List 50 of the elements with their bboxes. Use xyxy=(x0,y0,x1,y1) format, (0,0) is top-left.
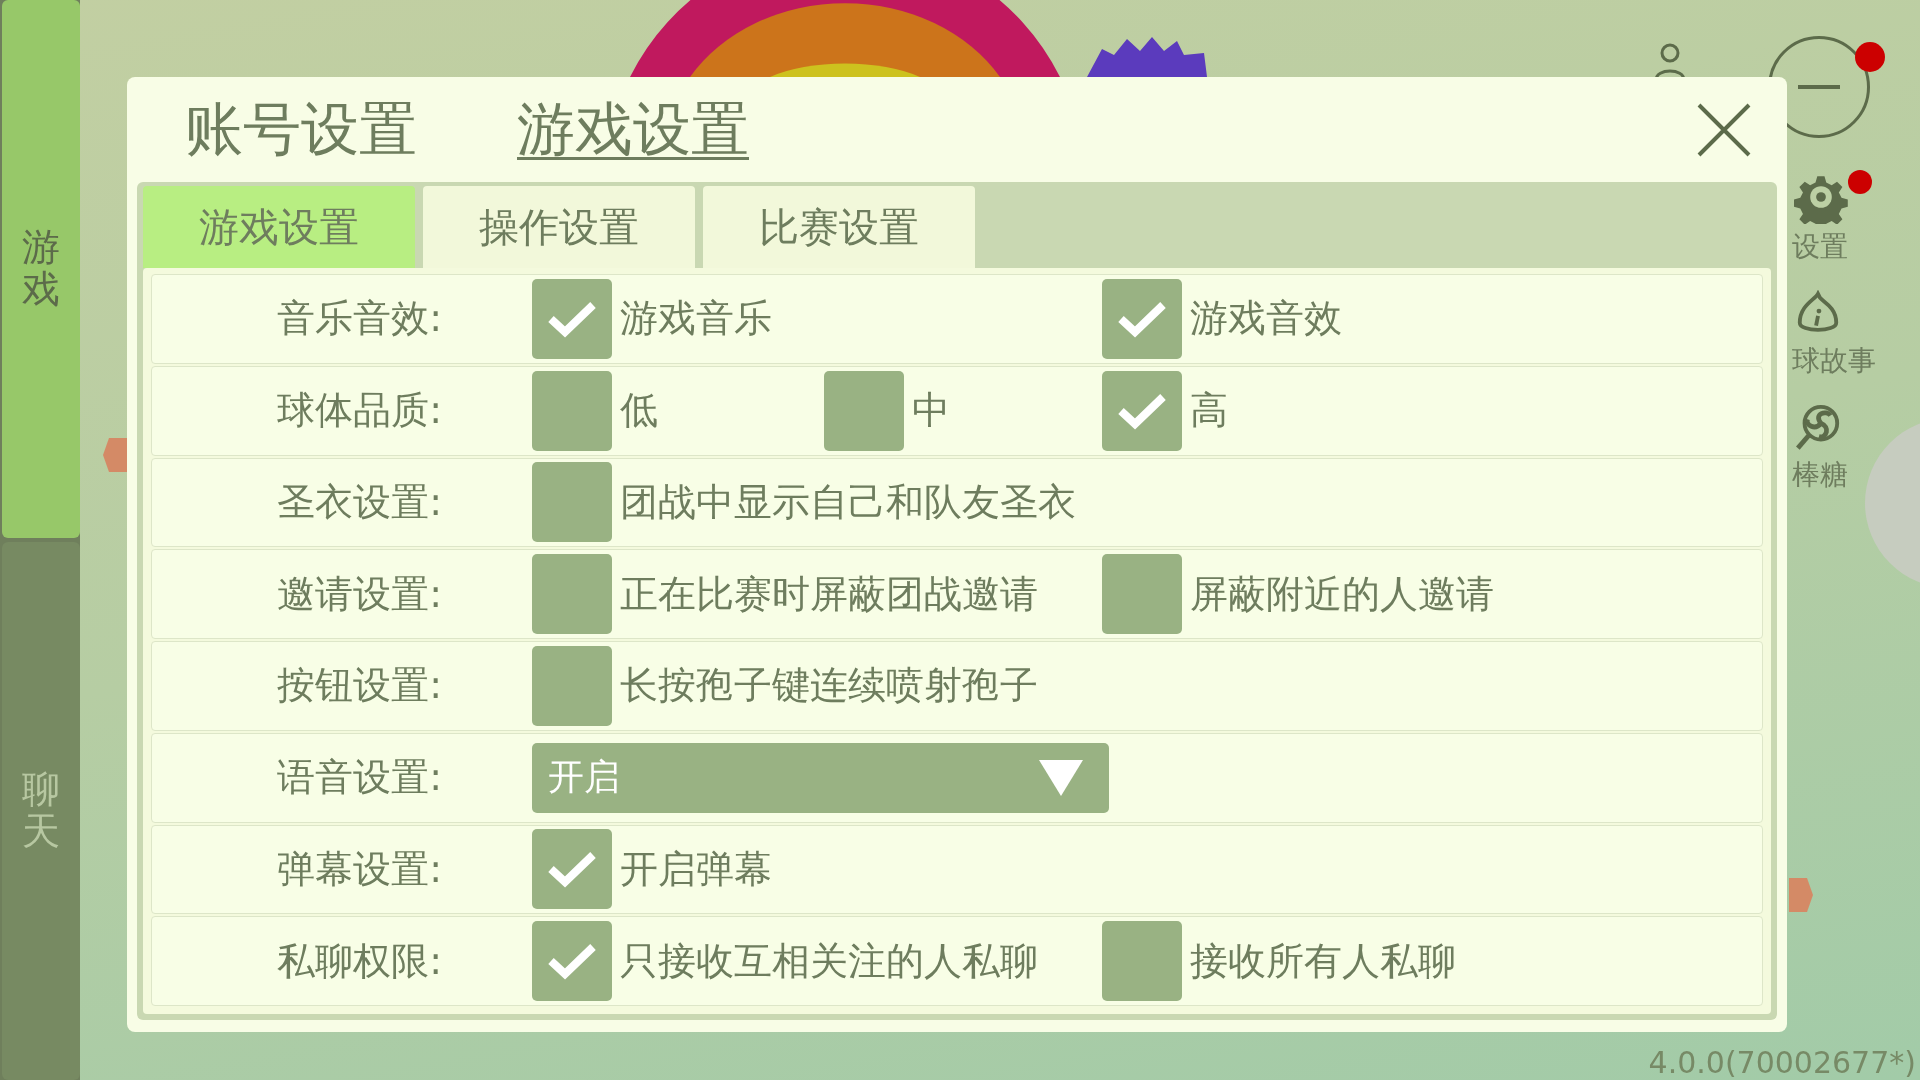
checkbox[interactable] xyxy=(532,370,612,451)
check-icon xyxy=(547,941,597,982)
lollipop-icon[interactable] xyxy=(1794,404,1842,452)
option-label: 长按孢子键连续喷射孢子 xyxy=(620,662,1038,710)
option-label: 高 xyxy=(1190,387,1228,435)
hexagon-icon xyxy=(1789,878,1813,912)
checkbox[interactable] xyxy=(1102,370,1182,451)
setting-label: 邀请设置: xyxy=(276,570,443,618)
setting-label: 语音设置: xyxy=(276,754,443,802)
setting-label: 音乐音效: xyxy=(276,295,443,343)
checkbox[interactable] xyxy=(532,554,612,635)
option-label: 只接收互相关注的人私聊 xyxy=(620,937,1038,985)
caret-icon xyxy=(1039,759,1083,796)
checkbox[interactable] xyxy=(532,462,612,543)
option-label: 正在比赛时屏蔽团战邀请 xyxy=(620,570,1038,618)
settings-tab[interactable]: 操作设置 xyxy=(423,186,695,268)
setting-label: 弹幕设置: xyxy=(276,845,443,893)
checkbox[interactable] xyxy=(532,921,612,1002)
checkbox[interactable] xyxy=(824,370,904,451)
checkbox[interactable] xyxy=(1102,554,1182,635)
version-text: 4.0.0(70002677*) xyxy=(1648,1045,1916,1080)
checkbox[interactable] xyxy=(532,645,612,726)
sidebar-tab[interactable]: 聊天 xyxy=(2,542,80,1080)
setting-label: 圣衣设置: xyxy=(276,478,443,526)
checkbox[interactable] xyxy=(1102,278,1182,359)
menu-label: 设置 xyxy=(1792,229,1848,265)
dropdown[interactable]: 开启 xyxy=(532,742,1109,813)
settings-tab[interactable]: 游戏设置 xyxy=(143,186,415,268)
settings-tab[interactable]: 比赛设置 xyxy=(703,186,975,268)
menu-label: 球故事 xyxy=(1792,343,1876,379)
setting-label: 私聊权限: xyxy=(276,937,443,985)
setting-label: 球体品质: xyxy=(276,387,443,435)
menu-label: 棒糖 xyxy=(1792,457,1848,493)
option-label: 开启弹幕 xyxy=(620,845,772,893)
option-label: 游戏音效 xyxy=(1190,295,1342,343)
close-icon[interactable] xyxy=(1696,101,1752,158)
check-icon xyxy=(547,849,597,890)
header-tab[interactable]: 游戏设置 xyxy=(517,90,749,169)
option-label: 接收所有人私聊 xyxy=(1190,937,1456,985)
checkbox[interactable] xyxy=(532,278,612,359)
option-label: 中 xyxy=(912,387,950,435)
option-label: 团战中显示自己和队友圣衣 xyxy=(620,478,1076,526)
setting-label: 按钮设置: xyxy=(276,662,443,710)
sidebar-tab[interactable]: 游戏 xyxy=(2,0,80,538)
header-tab[interactable]: 账号设置 xyxy=(185,90,417,169)
checkbox[interactable] xyxy=(532,829,612,910)
option-label: 屏蔽附近的人邀请 xyxy=(1190,570,1494,618)
checkbox[interactable] xyxy=(1102,921,1182,1002)
option-label: 低 xyxy=(620,387,658,435)
option-label: 游戏音乐 xyxy=(620,295,772,343)
